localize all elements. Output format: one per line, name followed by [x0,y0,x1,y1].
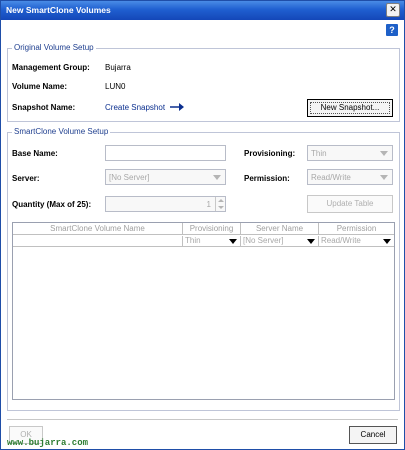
column-header-server[interactable]: Server Name [241,223,319,235]
base-name-label: Base Name: [12,149,58,158]
window-title: New SmartClone Volumes [6,5,111,15]
permission-label: Permission: [244,174,290,183]
chevron-down-icon [229,239,237,244]
column-header-name[interactable]: SmartClone Volume Name [13,223,183,235]
snapshot-name-label: Snapshot Name: [12,103,76,112]
server-label: Server: [12,174,40,183]
quantity-value: 1 [206,200,211,209]
column-header-permission[interactable]: Permission [319,223,394,235]
table-row-provisioning[interactable]: Thin [183,236,241,247]
close-icon[interactable]: ✕ [386,3,400,17]
create-snapshot-link[interactable]: Create Snapshot [105,103,165,112]
update-table-button[interactable]: Update Table [307,195,393,213]
title-bar: New SmartClone Volumes ✕ [1,1,404,20]
original-volume-legend: Original Volume Setup [12,43,96,52]
permission-value: Read/Write [311,173,351,182]
dialog-window: New SmartClone Volumes ✕ ? Original Volu… [0,0,405,450]
row-server-value: [No Server] [243,236,284,245]
table-row-server[interactable]: [No Server] [241,236,319,247]
spin-up-icon[interactable] [218,199,224,202]
provisioning-value: Thin [311,149,327,158]
spin-down-icon[interactable] [218,206,224,209]
volume-name-value: LUN0 [105,82,126,91]
cancel-button[interactable]: Cancel [349,426,397,444]
server-select[interactable]: [No Server] [105,169,226,185]
provisioning-select[interactable]: Thin [307,145,393,161]
chevron-down-icon [380,175,388,180]
server-value: [No Server] [109,173,150,182]
volume-name-label: Volume Name: [12,82,67,91]
help-icon[interactable]: ? [386,24,398,36]
base-name-input[interactable] [105,145,226,161]
management-group-value: Bujarra [105,63,131,72]
arrow-right-icon [170,103,184,111]
quantity-stepper[interactable]: 1 [105,196,226,212]
table-row-permission[interactable]: Read/Write [319,236,394,247]
permission-select[interactable]: Read/Write [307,169,393,185]
footer-divider [7,419,398,420]
provisioning-label: Provisioning: [244,149,296,158]
chevron-down-icon [380,151,388,156]
column-header-provisioning[interactable]: Provisioning [183,223,241,235]
management-group-label: Management Group: [12,63,90,72]
clone-table: SmartClone Volume Name Provisioning Serv… [12,222,395,400]
chevron-down-icon [213,175,221,180]
chevron-down-icon [383,239,391,244]
row-provisioning-value: Thin [185,236,201,245]
table-row-name[interactable] [13,236,183,247]
row-permission-value: Read/Write [321,236,361,245]
chevron-down-icon [307,239,315,244]
watermark-text: www.bujarra.com [7,438,89,448]
new-snapshot-button[interactable]: New Snapshot... [307,99,393,117]
quantity-label: Quantity (Max of 25): [12,200,92,209]
smartclone-setup-legend: SmartClone Volume Setup [12,127,111,136]
